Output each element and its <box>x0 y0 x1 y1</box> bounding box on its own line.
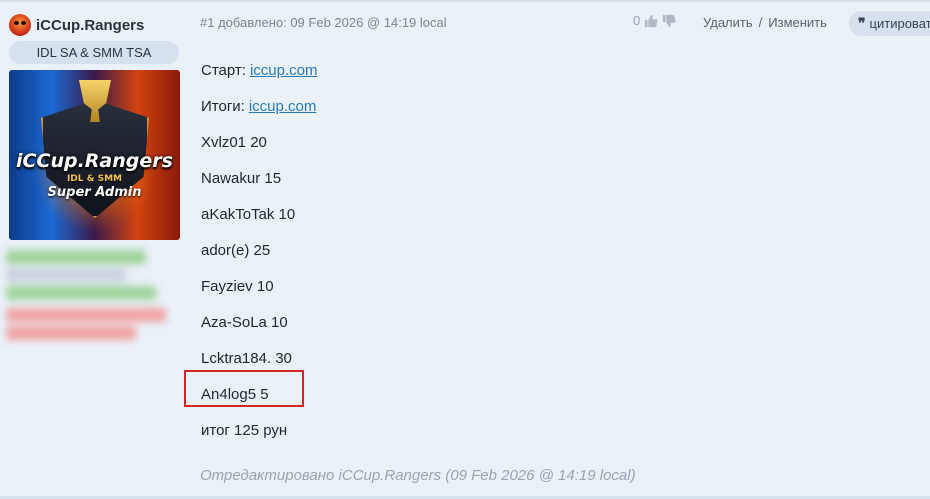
results-label: Итоги: <box>201 97 245 115</box>
post-rating: 0 <box>633 13 676 28</box>
start-link[interactable]: iccup.com <box>250 62 318 79</box>
results-link[interactable]: iccup.com <box>249 98 317 115</box>
avatar[interactable]: iCCup.Rangers IDL & SMM Super Admin <box>9 70 180 240</box>
post-line-total: итог 125 рун <box>201 421 288 439</box>
post-actions: Удалить / Изменить <box>703 15 827 30</box>
quote-label: цитировать <box>869 16 930 31</box>
post-line-highlighted: An4log5 5 <box>201 385 269 403</box>
post-line: Aza-SoLa 10 <box>201 313 288 331</box>
edited-note: Отредактировано iCCup.Rangers (09 Feb 20… <box>200 467 636 484</box>
username[interactable]: iCCup.Rangers <box>36 17 144 34</box>
post-line: aKakToTak 10 <box>201 205 296 223</box>
user-mini-avatar-icon <box>9 14 31 36</box>
post-line-start: Старт: iccup.com <box>201 52 901 88</box>
post-line: ador(e) 25 <box>201 241 271 259</box>
actions-separator: / <box>758 15 763 30</box>
post-body: Старт: iccup.com Итоги: iccup.com Xvlz01… <box>201 52 901 448</box>
rating-count: 0 <box>633 13 641 28</box>
red-highlight-box <box>184 370 304 407</box>
avatar-logo-subtext: IDL & SMM <box>66 174 123 184</box>
user-title-badge: IDL SA & SMM TSA <box>9 41 179 64</box>
blurred-user-stats <box>0 246 192 356</box>
avatar-logo-text: iCCup.Rangers <box>16 150 173 172</box>
post-line-results: Итоги: iccup.com <box>201 88 901 124</box>
thumbs-down-icon[interactable] <box>662 14 676 28</box>
delete-link[interactable]: Удалить <box>703 15 753 30</box>
post-line: Xvlz01 20 <box>201 133 267 151</box>
post-line: Fayziev 10 <box>201 277 274 295</box>
quote-icon: ❞ <box>858 15 866 31</box>
edit-link[interactable]: Изменить <box>768 15 827 30</box>
post-line: Nawakur 15 <box>201 169 282 187</box>
quote-button[interactable]: ❞ цитировать <box>849 11 930 36</box>
start-label: Старт: <box>201 61 246 79</box>
post-meta: #1 добавлено: 09 Feb 2026 @ 14:19 local <box>200 15 447 30</box>
avatar-logo-role: Super Admin <box>47 185 142 200</box>
post-line: Lcktra184. 30 <box>201 349 292 367</box>
thumbs-up-icon[interactable] <box>644 14 658 28</box>
post-author-panel: iCCup.Rangers IDL SA & SMM TSA iCCup.Ran… <box>0 0 192 499</box>
username-row[interactable]: iCCup.Rangers <box>9 14 144 36</box>
